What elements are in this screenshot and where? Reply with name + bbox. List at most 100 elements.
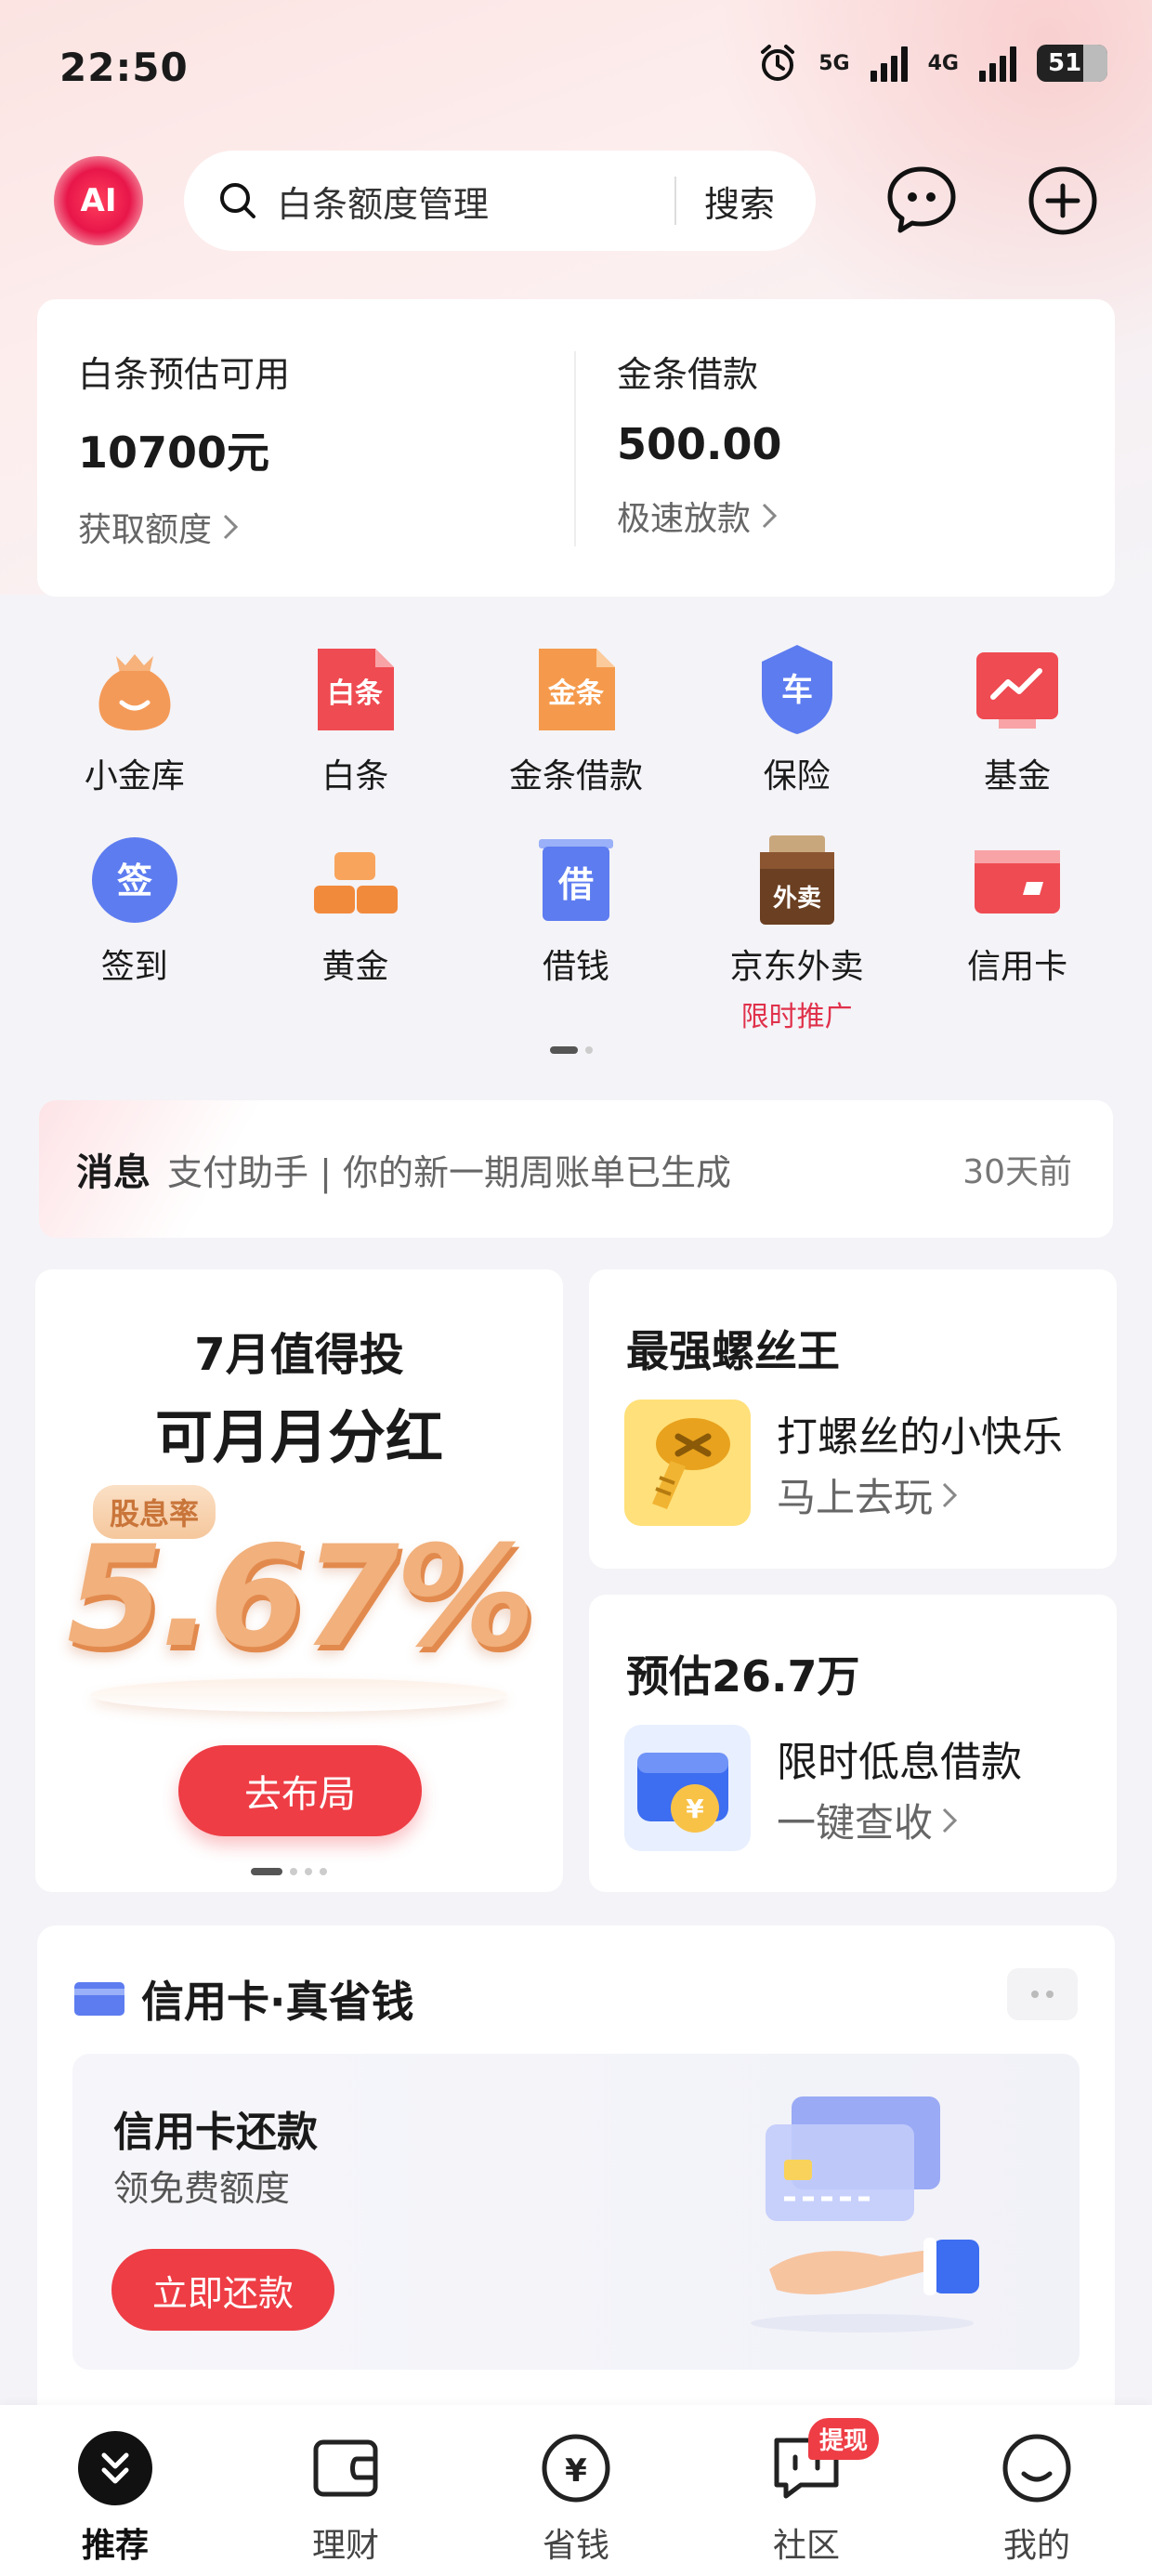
- add-plus-icon[interactable]: [1024, 162, 1102, 240]
- wallet-coin-icon: ¥: [624, 1725, 751, 1851]
- money-bag-icon: [86, 641, 183, 738]
- grid-label: 信用卡: [967, 948, 1068, 986]
- home-double-chevron-icon: [76, 2429, 154, 2507]
- search-input[interactable]: 白条额度管理: [277, 176, 674, 227]
- fast-loan-link[interactable]: 极速放款: [617, 492, 782, 540]
- jintiao-balance[interactable]: 金条借款 500.00 极速放款: [617, 346, 782, 540]
- baitiao-icon: 白条: [307, 641, 403, 738]
- grid-item-gold[interactable]: 黄金: [245, 832, 466, 1022]
- tab-label: 理财: [311, 2527, 379, 2565]
- tab-mine[interactable]: 我的: [922, 2405, 1152, 2576]
- battery-level: 51: [1048, 49, 1082, 77]
- jintiao-glyph: 金条: [547, 677, 604, 710]
- bottom-tab-bar: 推荐 理财 ¥ 省钱 提现 社区 我的: [0, 2405, 1152, 2576]
- takeout-bag-icon: 外卖: [749, 832, 845, 928]
- get-limit-link[interactable]: 获取额度: [78, 503, 290, 551]
- message-time: 30天前: [962, 1153, 1072, 1191]
- chevron-right-icon: [762, 503, 778, 529]
- game-play-label: 马上去玩: [777, 1475, 934, 1520]
- grid-label: 白条: [321, 757, 389, 795]
- insurance-glyph: 车: [781, 672, 813, 709]
- status-icons: 5G 4G 51: [757, 43, 1107, 84]
- tab-community[interactable]: 提现 社区: [691, 2405, 922, 2576]
- baitiao-balance[interactable]: 白条预估可用 10700元 获取额度: [78, 346, 290, 551]
- signal-bars-icon: [870, 45, 908, 82]
- invest-title-1: 7月值得投: [194, 1329, 404, 1381]
- tab-save[interactable]: ¥ 省钱: [461, 2405, 691, 2576]
- grid-row-1: 小金库 白条 白条 金条 金条借款 车 保险 基金: [24, 641, 1128, 832]
- balance-card: 白条预估可用 10700元 获取额度 金条借款 500.00 极速放款: [37, 299, 1115, 597]
- insurance-shield-icon: 车: [749, 641, 845, 738]
- svg-text:¥: ¥: [565, 2452, 587, 2490]
- loan-promo-card[interactable]: 预估26.7万 ¥ 限时低息借款 一键查收: [589, 1595, 1117, 1892]
- baitiao-glyph: 白条: [327, 677, 383, 710]
- chevron-right-icon: [223, 514, 239, 540]
- network-5g-label: 5G: [818, 51, 850, 75]
- grid-item-takeout[interactable]: 外卖 京东外卖 限时推广: [687, 832, 908, 1033]
- jintiao-value: 500.00: [617, 419, 782, 469]
- credit-repay-card[interactable]: 信用卡还款 领免费额度 立即还款: [72, 2054, 1080, 2370]
- chevron-right-icon: [942, 1482, 958, 1507]
- more-options-button[interactable]: [1007, 1968, 1078, 2020]
- ai-logo-text: AI: [80, 182, 117, 219]
- smiley-profile-icon: [998, 2429, 1076, 2507]
- grid-item-fund[interactable]: 基金: [907, 641, 1128, 832]
- invest-button[interactable]: 去布局: [178, 1745, 422, 1836]
- search-button[interactable]: 搜索: [704, 176, 775, 227]
- promo-label: 限时推广: [740, 1001, 853, 1033]
- message-chat-icon[interactable]: [883, 162, 961, 240]
- game-play-link[interactable]: 马上去玩: [777, 1466, 961, 1523]
- tab-label: 推荐: [81, 2527, 149, 2565]
- tab-label: 社区: [772, 2527, 840, 2565]
- balance-divider: [574, 351, 576, 546]
- credit-section-title: 信用卡·真省钱: [141, 1977, 414, 2027]
- message-bar[interactable]: 消息 支付助手 | 你的新一期周账单已生成 30天前: [39, 1100, 1113, 1238]
- tab-label: 我的: [1002, 2527, 1070, 2565]
- rate-pedestal: [91, 1678, 507, 1712]
- baitiao-label: 白条预估可用: [78, 354, 291, 395]
- grid-label: 黄金: [321, 948, 389, 986]
- search-bar[interactable]: 白条额度管理 搜索: [184, 151, 816, 251]
- grid-item-borrow[interactable]: 借 借钱: [465, 832, 687, 1022]
- dividend-rate-badge: 股息率: [93, 1485, 216, 1539]
- takeout-glyph: 外卖: [773, 885, 821, 913]
- game-promo-card[interactable]: 最强螺丝王 打螺丝的小快乐 马上去玩: [589, 1269, 1117, 1569]
- screw-game-icon: [624, 1400, 751, 1526]
- svg-text:¥: ¥: [686, 1794, 704, 1824]
- function-grid: 小金库 白条 白条 金条 金条借款 车 保险 基金 签 签到 黄金 借 借钱 外…: [24, 641, 1128, 1033]
- grid-item-jintiao[interactable]: 金条 金条借款: [465, 641, 687, 832]
- jintiao-icon: 金条: [528, 641, 624, 738]
- tab-wealth[interactable]: 理财: [230, 2405, 461, 2576]
- chevron-right-icon: [942, 1807, 958, 1833]
- hand-holding-cards-icon: [751, 2096, 979, 2333]
- message-text: 支付助手 | 你的新一期周账单已生成: [167, 1151, 731, 1193]
- withdraw-badge: 提现: [808, 2418, 880, 2460]
- ai-assistant-button[interactable]: AI: [54, 156, 143, 245]
- credit-section-header: 信用卡·真省钱: [74, 1968, 413, 2030]
- grid-row-2: 签 签到 黄金 借 借钱 外卖 京东外卖 限时推广 信用卡: [24, 832, 1128, 1033]
- save-money-icon: ¥: [537, 2429, 615, 2507]
- invest-page-indicator: [251, 1868, 327, 1875]
- grid-item-baitiao[interactable]: 白条 白条: [245, 641, 466, 832]
- grid-label: 保险: [763, 757, 831, 795]
- grid-item-checkin[interactable]: 签 签到: [24, 832, 245, 1022]
- dividend-rate: 5.67%: [66, 1517, 535, 1678]
- repay-now-button[interactable]: 立即还款: [111, 2249, 334, 2331]
- loan-check-link[interactable]: 一键查收: [777, 1792, 961, 1848]
- credit-repay-title: 信用卡还款: [113, 2109, 318, 2156]
- grid-label: 小金库: [84, 757, 185, 795]
- tab-recommend[interactable]: 推荐: [0, 2405, 230, 2576]
- gold-bars-icon: [307, 832, 403, 928]
- checkin-icon: 签: [86, 832, 183, 928]
- grid-label: 京东外卖: [729, 948, 864, 986]
- alarm-icon: [761, 45, 795, 81]
- search-divider: [674, 177, 676, 225]
- grid-item-insurance[interactable]: 车 保险: [687, 641, 908, 832]
- search-icon: [220, 183, 255, 218]
- grid-item-xiaojinku[interactable]: 小金库: [24, 641, 245, 832]
- fund-chart-icon: [969, 641, 1066, 738]
- tab-label: 省钱: [542, 2527, 609, 2565]
- invest-promo-card[interactable]: 7月值得投 可月月分红 5.67% 股息率 去布局: [35, 1269, 563, 1892]
- top-header: AI 白条额度管理 搜索: [0, 149, 1152, 251]
- grid-item-credit-card[interactable]: 信用卡: [907, 832, 1128, 1022]
